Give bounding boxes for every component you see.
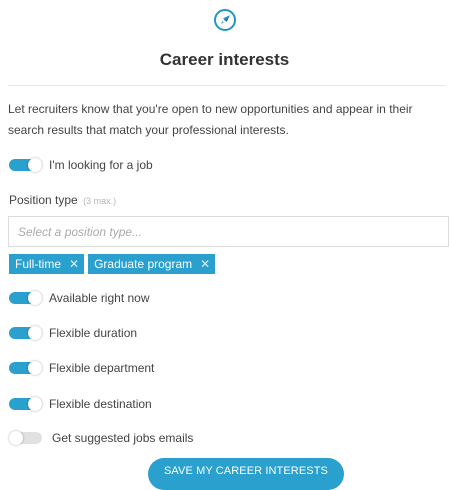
toggle-knob (28, 361, 42, 375)
looking-for-job-label: I'm looking for a job (49, 158, 153, 172)
rocket-icon (214, 9, 236, 31)
available-right-now-toggle[interactable] (9, 291, 42, 305)
flexible-department-label: Flexible department (49, 361, 155, 375)
looking-for-job-toggle-row[interactable]: I'm looking for a job (9, 157, 153, 173)
flexible-duration-label: Flexible duration (49, 326, 138, 340)
save-career-interests-button[interactable]: SAVE MY CAREER INTERESTS (148, 458, 344, 490)
page-title: Career interests (159, 50, 290, 69)
toggle-knob (28, 158, 42, 172)
looking-for-job-toggle[interactable] (9, 158, 42, 172)
tag-label: Full-time (15, 257, 62, 271)
available-right-now-toggle-row[interactable]: Available right now (9, 290, 150, 306)
flexible-duration-toggle-row[interactable]: Flexible duration (9, 325, 137, 341)
flexible-department-toggle[interactable] (9, 361, 42, 375)
position-type-label: Position type (3 max.) (9, 193, 116, 207)
tag-remove-icon[interactable]: ✕ (69, 257, 79, 271)
flexible-destination-toggle-row[interactable]: Flexible destination (9, 396, 152, 412)
flexible-duration-toggle[interactable] (9, 326, 42, 340)
tag-remove-icon[interactable]: ✕ (200, 257, 210, 271)
position-type-select[interactable] (8, 216, 449, 247)
intro-text: Let recruiters know that you're open to … (8, 102, 413, 137)
flexible-destination-label: Flexible destination (49, 397, 152, 411)
tag-full-time: Full-time ✕ (9, 254, 85, 274)
toggle-knob (9, 431, 23, 445)
tag-label: Graduate program (94, 257, 193, 271)
flexible-department-toggle-row[interactable]: Flexible department (9, 360, 154, 376)
toggle-knob (28, 397, 42, 411)
suggested-jobs-emails-toggle[interactable] (9, 431, 42, 445)
toggle-knob (28, 326, 42, 340)
tag-graduate-program: Graduate program ✕ (88, 254, 216, 274)
available-right-now-label: Available right now (49, 291, 150, 305)
suggested-jobs-emails-label: Get suggested jobs emails (52, 431, 194, 445)
toggle-knob (28, 291, 42, 305)
flexible-destination-toggle[interactable] (9, 397, 42, 411)
position-type-hint: (3 max.) (83, 196, 117, 206)
suggested-jobs-emails-toggle-row[interactable]: Get suggested jobs emails (9, 430, 193, 446)
position-type-label-text: Position type (9, 193, 78, 207)
title-divider (8, 85, 445, 86)
position-type-tags: Full-time ✕ Graduate program ✕ (9, 254, 216, 274)
